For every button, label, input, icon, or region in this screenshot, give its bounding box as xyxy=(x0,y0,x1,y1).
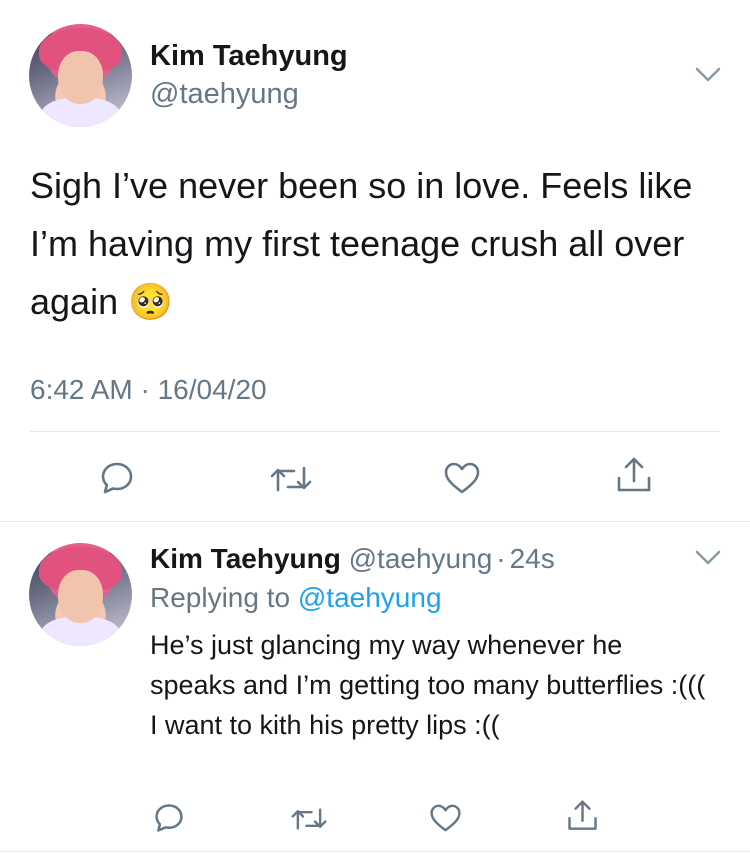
separator-dot: · xyxy=(496,543,506,574)
reply-text: He’s just glancing my way whenever he sp… xyxy=(150,630,706,740)
share-icon[interactable] xyxy=(566,799,599,834)
section-divider xyxy=(0,521,750,522)
author-name[interactable]: Kim Taehyung xyxy=(150,543,341,574)
author-handle[interactable]: @taehyung xyxy=(150,78,299,111)
like-icon[interactable] xyxy=(443,461,481,495)
reply-icon[interactable] xyxy=(99,460,135,496)
avatar[interactable] xyxy=(29,543,132,646)
chevron-down-icon[interactable] xyxy=(694,549,722,567)
reply-icon[interactable] xyxy=(153,802,185,834)
bottom-divider xyxy=(0,851,750,852)
avatar-face xyxy=(57,50,104,105)
retweet-icon[interactable] xyxy=(270,462,312,496)
replying-to: Replying to @taehyung xyxy=(150,582,442,614)
author-handle[interactable]: @taehyung xyxy=(349,543,493,574)
reply-header: Kim Taehyung @taehyung · 24s xyxy=(150,543,555,575)
tweet-timestamp[interactable]: 6:42 AM · 16/04/20 xyxy=(30,374,267,406)
tweet-age[interactable]: 24s xyxy=(510,543,555,574)
share-icon[interactable] xyxy=(615,456,653,496)
chevron-down-icon[interactable] xyxy=(694,66,722,84)
avatar-face xyxy=(57,569,104,624)
like-icon[interactable] xyxy=(429,803,462,833)
avatar[interactable] xyxy=(29,24,132,127)
replying-to-label: Replying to xyxy=(150,582,291,613)
pleading-face-emoji: 🥺 xyxy=(128,281,173,322)
tweet-text: Sigh I’ve never been so in love. Feels l… xyxy=(30,157,720,331)
replying-to-link[interactable]: @taehyung xyxy=(298,582,442,613)
author-name[interactable]: Kim Taehyung xyxy=(150,40,348,73)
retweet-icon[interactable] xyxy=(291,804,327,834)
divider xyxy=(30,431,720,432)
